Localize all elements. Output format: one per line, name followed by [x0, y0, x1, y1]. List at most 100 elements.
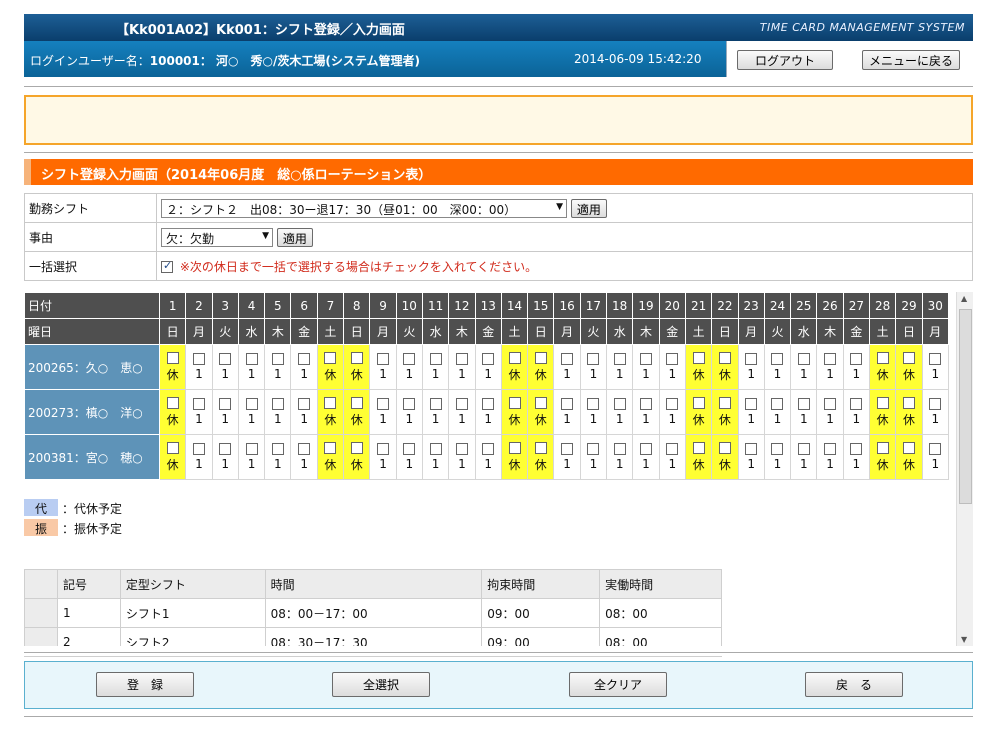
register-button[interactable]: 登 録: [96, 672, 194, 697]
day-checkbox[interactable]: [929, 443, 942, 455]
day-checkbox[interactable]: [745, 398, 758, 410]
day-checkbox[interactable]: [824, 353, 837, 365]
day-checkbox[interactable]: [850, 398, 863, 410]
day-checkbox[interactable]: [613, 443, 626, 455]
day-checkbox[interactable]: [403, 443, 416, 455]
day-checkbox[interactable]: [561, 443, 574, 455]
day-checkbox[interactable]: [377, 398, 390, 410]
day-checkbox[interactable]: [350, 351, 363, 364]
day-checkbox[interactable]: [455, 398, 468, 410]
day-checkbox[interactable]: [192, 443, 205, 455]
day-checkbox[interactable]: [639, 443, 652, 455]
day-checkbox[interactable]: [482, 398, 495, 410]
day-checkbox[interactable]: [298, 353, 311, 365]
day-checkbox[interactable]: [192, 353, 205, 365]
day-checkbox[interactable]: [271, 443, 284, 455]
day-checkbox[interactable]: [192, 398, 205, 410]
day-checkbox[interactable]: [902, 351, 915, 364]
apply-shift-button[interactable]: 適用: [570, 198, 607, 218]
reason-select[interactable]: 欠：欠勤 ▼: [161, 227, 273, 247]
day-checkbox[interactable]: [350, 441, 363, 454]
scroll-down-icon[interactable]: ▼: [961, 635, 967, 644]
day-checkbox[interactable]: [613, 353, 626, 365]
day-checkbox[interactable]: [377, 353, 390, 365]
day-checkbox[interactable]: [929, 353, 942, 365]
day-checkbox[interactable]: [298, 443, 311, 455]
day-checkbox[interactable]: [850, 353, 863, 365]
scrollbar-thumb[interactable]: [959, 309, 972, 504]
day-checkbox[interactable]: [508, 351, 521, 364]
day-checkbox[interactable]: [534, 396, 547, 409]
day-checkbox[interactable]: [902, 441, 915, 454]
day-checkbox[interactable]: [403, 398, 416, 410]
day-checkbox[interactable]: [797, 398, 810, 410]
day-checkbox[interactable]: [350, 396, 363, 409]
day-checkbox[interactable]: [692, 396, 705, 409]
day-checkbox[interactable]: [850, 443, 863, 455]
day-checkbox[interactable]: [324, 351, 337, 364]
day-checkbox[interactable]: [324, 441, 337, 454]
day-checkbox[interactable]: [219, 443, 232, 455]
day-checkbox[interactable]: [166, 351, 179, 364]
day-checkbox[interactable]: [876, 441, 889, 454]
day-checkbox[interactable]: [824, 398, 837, 410]
day-checkbox[interactable]: [692, 441, 705, 454]
day-checkbox[interactable]: [692, 351, 705, 364]
day-checkbox[interactable]: [534, 351, 547, 364]
day-checkbox[interactable]: [797, 443, 810, 455]
day-checkbox[interactable]: [508, 396, 521, 409]
day-checkbox[interactable]: [718, 351, 731, 364]
day-checkbox[interactable]: [587, 398, 600, 410]
day-checkbox[interactable]: [876, 351, 889, 364]
day-checkbox[interactable]: [666, 398, 679, 410]
day-checkbox[interactable]: [219, 398, 232, 410]
day-checkbox[interactable]: [482, 353, 495, 365]
day-checkbox[interactable]: [771, 353, 784, 365]
day-checkbox[interactable]: [666, 443, 679, 455]
day-checkbox[interactable]: [377, 443, 390, 455]
logout-button[interactable]: ログアウト: [737, 50, 833, 70]
day-checkbox[interactable]: [561, 353, 574, 365]
day-checkbox[interactable]: [245, 398, 258, 410]
day-checkbox[interactable]: [245, 353, 258, 365]
bulk-select-checkbox[interactable]: [161, 259, 173, 273]
day-checkbox[interactable]: [824, 443, 837, 455]
back-button[interactable]: 戻 る: [805, 672, 903, 697]
apply-reason-button[interactable]: 適用: [276, 227, 313, 247]
day-checkbox[interactable]: [666, 353, 679, 365]
day-checkbox[interactable]: [324, 396, 337, 409]
clear-all-button[interactable]: 全クリア: [569, 672, 667, 697]
day-checkbox[interactable]: [718, 396, 731, 409]
day-checkbox[interactable]: [403, 353, 416, 365]
day-checkbox[interactable]: [613, 398, 626, 410]
day-checkbox[interactable]: [166, 441, 179, 454]
day-checkbox[interactable]: [245, 443, 258, 455]
day-checkbox[interactable]: [482, 443, 495, 455]
day-checkbox[interactable]: [508, 441, 521, 454]
day-checkbox[interactable]: [429, 353, 442, 365]
day-checkbox[interactable]: [876, 396, 889, 409]
day-checkbox[interactable]: [271, 398, 284, 410]
day-checkbox[interactable]: [429, 443, 442, 455]
day-checkbox[interactable]: [534, 441, 547, 454]
grid-scrollbar[interactable]: ▲ ▼: [956, 292, 973, 646]
day-checkbox[interactable]: [587, 353, 600, 365]
day-checkbox[interactable]: [745, 443, 758, 455]
day-checkbox[interactable]: [587, 443, 600, 455]
back-to-menu-button[interactable]: メニューに戻る: [862, 50, 960, 70]
scroll-up-icon[interactable]: ▲: [961, 294, 967, 303]
day-checkbox[interactable]: [219, 353, 232, 365]
day-checkbox[interactable]: [429, 398, 442, 410]
day-checkbox[interactable]: [561, 398, 574, 410]
day-checkbox[interactable]: [298, 398, 311, 410]
day-checkbox[interactable]: [771, 398, 784, 410]
day-checkbox[interactable]: [718, 441, 731, 454]
day-checkbox[interactable]: [271, 353, 284, 365]
day-checkbox[interactable]: [902, 396, 915, 409]
shift-select[interactable]: ２：シフト２ 出08：30ー退17：30（昼01：00 深00：00） ▼: [161, 198, 567, 218]
day-checkbox[interactable]: [929, 398, 942, 410]
day-checkbox[interactable]: [166, 396, 179, 409]
day-checkbox[interactable]: [455, 353, 468, 365]
day-checkbox[interactable]: [455, 443, 468, 455]
select-all-button[interactable]: 全選択: [332, 672, 430, 697]
